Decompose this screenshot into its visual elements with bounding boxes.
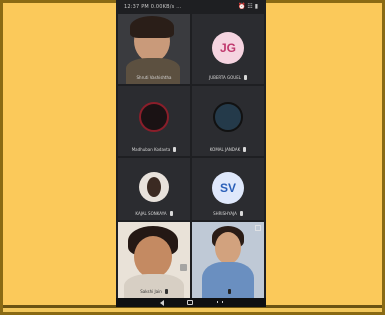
status-bar: 12:37 PM 0.00KB/s ... ⏰ ☷ ▮ xyxy=(116,0,266,14)
avatar-photo xyxy=(147,177,161,197)
avatar: SV xyxy=(212,172,244,204)
participant-tile-4[interactable]: KOMAL JANDAK xyxy=(192,86,264,156)
phone-screen: 12:37 PM 0.00KB/s ... ⏰ ☷ ▮ Shruti Vashi… xyxy=(116,0,266,307)
avatar xyxy=(213,102,243,132)
avatar xyxy=(139,172,169,202)
video-body xyxy=(124,274,184,298)
recents-icon[interactable] xyxy=(217,301,223,303)
video-hair xyxy=(130,16,174,38)
nav-bar xyxy=(116,298,266,307)
participant-tile-1[interactable]: Shruti Vashishtha xyxy=(118,14,190,84)
participant-tile-2[interactable]: JG JUBERTA GOUEL xyxy=(192,14,264,84)
video-feed xyxy=(215,232,241,264)
participant-name-text: KAJAL SONKAYA xyxy=(135,210,167,216)
status-icons: ⏰ ☷ ▮ xyxy=(238,3,258,10)
participant-tile-5[interactable]: KAJAL SONKAYA xyxy=(118,158,190,220)
mic-off-icon xyxy=(243,147,247,152)
mic-off-icon xyxy=(164,289,168,294)
mic-off-icon xyxy=(239,211,243,216)
video-body xyxy=(126,58,180,84)
mic-off-icon xyxy=(228,289,231,294)
participant-tile-8[interactable] xyxy=(192,222,264,298)
participant-name: Madhuban Kodavta xyxy=(118,146,190,152)
participant-name: SHRISHYAJA xyxy=(192,210,264,216)
participant-tile-3[interactable]: Madhuban Kodavta xyxy=(118,86,190,156)
participant-tile-7[interactable]: Sakshi Jain xyxy=(118,222,190,298)
participant-name-text: SHRISHYAJA xyxy=(213,210,237,216)
participant-name: KOMAL JANDAK xyxy=(192,146,264,152)
participant-name: Sakshi Jain xyxy=(118,288,190,294)
video-feed xyxy=(134,236,172,278)
participant-name: JUBERTA GOUEL xyxy=(192,74,264,80)
participant-name: Shruti Vashishtha xyxy=(118,75,190,80)
participant-name-text: KOMAL JANDAK xyxy=(209,146,241,152)
participant-name-text: Madhuban Kodavta xyxy=(131,146,171,152)
participant-name-text: Shruti Vashishtha xyxy=(136,75,172,80)
expand-icon[interactable] xyxy=(255,225,261,231)
back-icon[interactable] xyxy=(160,300,164,306)
avatar: JG xyxy=(212,32,244,64)
home-icon[interactable] xyxy=(187,300,193,305)
avatar xyxy=(139,102,169,132)
mic-off-icon xyxy=(169,211,173,216)
mic-off-icon xyxy=(243,75,247,80)
mic-off-icon xyxy=(173,147,177,152)
participant-name xyxy=(192,289,264,294)
participant-name-text: JUBERTA GOUEL xyxy=(209,74,241,80)
status-time: 12:37 PM 0.00KB/s ... xyxy=(124,4,182,10)
participant-name-text: Sakshi Jain xyxy=(140,288,162,294)
participant-tile-6[interactable]: SV SHRISHYAJA xyxy=(192,158,264,220)
pin-icon[interactable] xyxy=(180,264,187,271)
participant-name: KAJAL SONKAYA xyxy=(118,210,190,216)
